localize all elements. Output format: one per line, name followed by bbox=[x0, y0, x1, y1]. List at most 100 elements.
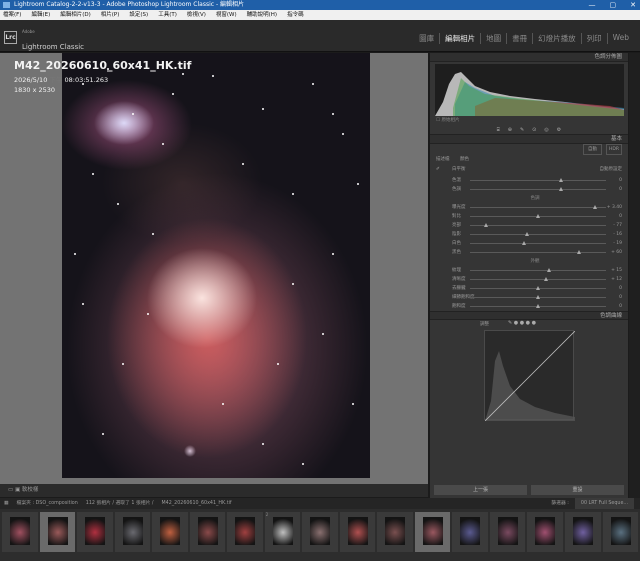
nebula-photo[interactable] bbox=[62, 53, 370, 478]
presence-slider-knob[interactable] bbox=[536, 304, 540, 308]
curve-channel-icons[interactable]: ✎ ● ● ● ● bbox=[508, 320, 536, 326]
basic-header[interactable]: 基本 bbox=[430, 135, 628, 144]
presence-slider-knob[interactable] bbox=[536, 295, 540, 299]
tone-slider-track[interactable] bbox=[470, 250, 606, 254]
thumbnail-image[interactable] bbox=[10, 517, 30, 545]
wb-slider-track[interactable] bbox=[470, 187, 606, 191]
wb-slider-knob[interactable] bbox=[559, 187, 564, 191]
tone-slider-value[interactable]: - 77 bbox=[613, 221, 622, 230]
tone-slider-knob[interactable] bbox=[484, 223, 489, 227]
filmstrip-thumbnail[interactable] bbox=[189, 512, 226, 552]
menu-develop[interactable]: 編輯相片(D) bbox=[60, 10, 91, 20]
wb-slider-knob[interactable] bbox=[559, 178, 564, 182]
thumbnail-image[interactable] bbox=[422, 517, 443, 545]
thumbnail-image[interactable] bbox=[572, 517, 593, 545]
wb-value[interactable]: 自動原設定 bbox=[600, 164, 623, 176]
tone-slider-knob[interactable] bbox=[576, 250, 581, 254]
brush-tool-icon[interactable]: ✎ bbox=[520, 126, 524, 134]
photo-view[interactable]: M42_20260610_60x41_HK.tif 2026/5/10 下午 0… bbox=[0, 53, 428, 484]
filmstrip-thumbnail[interactable]: 2 bbox=[264, 512, 301, 552]
filmstrip-thumbnail[interactable] bbox=[489, 512, 526, 552]
tone-slider-track[interactable] bbox=[470, 223, 606, 227]
thumbnail-image[interactable] bbox=[385, 517, 406, 545]
tone-curve-svg[interactable] bbox=[484, 330, 576, 422]
loupe-view-icon[interactable]: ▭ bbox=[8, 487, 13, 493]
filmstrip-thumbnail[interactable] bbox=[339, 512, 376, 552]
profile-value[interactable]: 顏色 bbox=[460, 155, 469, 164]
redeye-tool-icon[interactable]: ⊙ bbox=[532, 126, 536, 134]
auto-button[interactable]: 自動 bbox=[583, 144, 602, 155]
filmstrip-grid-icon[interactable]: ▦ bbox=[4, 498, 9, 509]
module-map[interactable]: 地圖 bbox=[480, 33, 506, 44]
tone-curve-header[interactable]: 色調曲線 bbox=[430, 311, 628, 320]
thumbnail-image[interactable] bbox=[85, 517, 106, 545]
menu-window[interactable]: 視窗(W) bbox=[216, 10, 237, 20]
tone-slider-knob[interactable] bbox=[536, 214, 540, 218]
presence-slider-value[interactable]: 0 bbox=[619, 293, 622, 302]
tone-slider-knob[interactable] bbox=[525, 232, 530, 236]
wb-slider-value[interactable]: 0 bbox=[619, 176, 622, 185]
presence-slider-knob[interactable] bbox=[536, 286, 540, 290]
menu-view[interactable]: 檢視(V) bbox=[187, 10, 206, 20]
thumbnail-image[interactable] bbox=[610, 517, 631, 545]
thumbnail-image[interactable] bbox=[235, 517, 256, 545]
module-library[interactable]: 圖庫 bbox=[414, 33, 439, 44]
menu-tools[interactable]: 工具(T) bbox=[158, 10, 177, 20]
menu-scripts[interactable]: 指令碼 bbox=[287, 10, 304, 20]
thumbnail-image[interactable] bbox=[460, 517, 481, 545]
minimize-icon[interactable]: — bbox=[589, 0, 596, 10]
filmstrip-thumbnail[interactable] bbox=[39, 512, 76, 552]
thumbnail-image[interactable] bbox=[497, 517, 518, 545]
hdr-button[interactable]: HDR bbox=[606, 144, 622, 155]
right-panel-scrollbar[interactable] bbox=[629, 53, 640, 498]
tone-slider-value[interactable]: 0 bbox=[619, 212, 622, 221]
eyedropper-icon[interactable]: ✐ bbox=[436, 164, 440, 176]
reset-button[interactable]: 重設 bbox=[531, 485, 624, 495]
tone-curve-graph[interactable] bbox=[484, 330, 576, 422]
thumbnail-image[interactable] bbox=[535, 517, 556, 545]
mask-tool-icon[interactable]: ◎ bbox=[544, 126, 548, 134]
tone-slider-value[interactable]: + 3.40 bbox=[607, 203, 622, 212]
thumbnail-image[interactable] bbox=[347, 517, 368, 545]
menu-photo[interactable]: 相片(P) bbox=[101, 10, 120, 20]
presence-slider-value[interactable]: 0 bbox=[619, 284, 622, 293]
presence-slider-track[interactable] bbox=[470, 277, 606, 281]
wb-slider-track[interactable] bbox=[470, 178, 606, 182]
filmstrip-thumbnail[interactable] bbox=[452, 512, 488, 552]
tone-slider-track[interactable] bbox=[470, 214, 606, 218]
presence-slider-value[interactable]: + 15 bbox=[611, 266, 622, 275]
menu-help[interactable]: 輔助說明(H) bbox=[247, 10, 277, 20]
filmstrip-thumbnail[interactable] bbox=[152, 512, 188, 552]
folder-source[interactable]: 檔案夾 : DSO_composition bbox=[17, 498, 78, 509]
histogram-header[interactable]: 色調分佈圖 bbox=[430, 53, 628, 62]
wb-slider-value[interactable]: 0 bbox=[619, 185, 622, 194]
maximize-icon[interactable]: ▢ bbox=[610, 0, 617, 10]
tone-slider-value[interactable]: + 60 bbox=[611, 248, 622, 257]
tone-slider-track[interactable] bbox=[470, 205, 606, 209]
menu-file[interactable]: 檔案(F) bbox=[3, 10, 21, 20]
presence-slider-track[interactable] bbox=[470, 286, 606, 290]
tone-slider-value[interactable]: - 16 bbox=[613, 230, 622, 239]
presence-slider-track[interactable] bbox=[470, 304, 606, 308]
presence-slider-knob[interactable] bbox=[544, 277, 549, 281]
module-develop[interactable]: 編輯相片 bbox=[439, 33, 480, 44]
filmstrip-thumbnail[interactable] bbox=[414, 512, 451, 552]
compare-view-icon[interactable]: ▣ bbox=[15, 487, 20, 493]
presence-slider-value[interactable]: 0 bbox=[619, 302, 622, 311]
presence-slider-track[interactable] bbox=[470, 295, 606, 299]
module-slideshow[interactable]: 幻燈片播放 bbox=[532, 33, 581, 44]
thumbnail-image[interactable] bbox=[272, 517, 293, 545]
module-web[interactable]: Web bbox=[606, 33, 634, 44]
filmstrip-thumbnail[interactable] bbox=[2, 512, 38, 552]
thumbnail-image[interactable] bbox=[160, 517, 181, 545]
tone-slider-knob[interactable] bbox=[593, 205, 598, 209]
filter-dropdown[interactable]: 00 LRT Full Seque... bbox=[574, 498, 634, 509]
filmstrip-thumbnail[interactable] bbox=[77, 512, 113, 552]
presence-slider-value[interactable]: + 12 bbox=[611, 275, 622, 284]
filmstrip-thumbnail[interactable] bbox=[564, 512, 601, 552]
presence-slider-knob[interactable] bbox=[546, 268, 551, 272]
presence-slider-track[interactable] bbox=[470, 268, 606, 272]
menu-settings[interactable]: 設定(S) bbox=[129, 10, 148, 20]
thumbnail-image[interactable] bbox=[47, 517, 68, 545]
menu-edit[interactable]: 編輯(E) bbox=[31, 10, 50, 20]
